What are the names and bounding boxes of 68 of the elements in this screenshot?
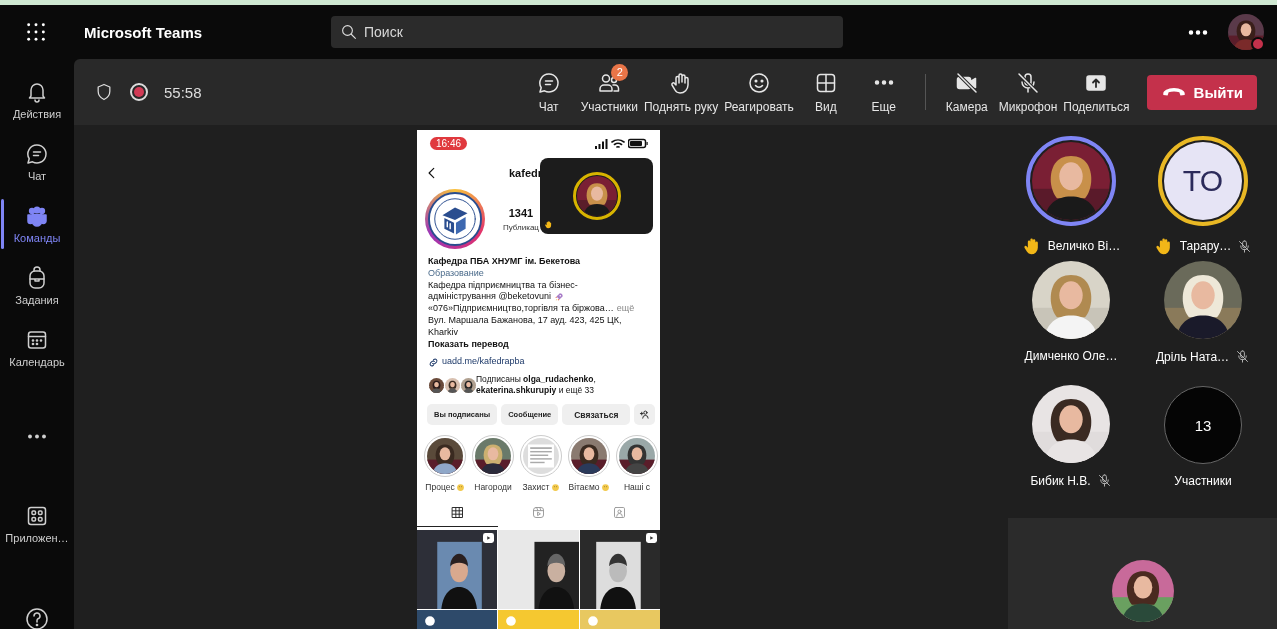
raised-hand-icon [544,220,553,229]
link-icon [428,356,439,368]
participant-name: Димченко Оле… [1024,349,1118,363]
more-icon [27,433,47,439]
profile-link[interactable]: uadd.me/kafedrapba [442,356,525,369]
profile-button[interactable]: Связаться [562,404,631,426]
tagged-icon [612,505,627,521]
toolbar-button[interactable]: Микрофон [995,62,1061,114]
calendar-icon [25,328,49,352]
wifi-icon [611,137,625,149]
participant-name: Бибик Н.В. [1030,473,1091,488]
participants-label: Участники [1174,474,1232,488]
reels-icon [531,505,546,521]
count-badge: 2 [611,63,629,81]
add-person-button[interactable] [634,404,656,426]
phone-hangup-icon [1162,88,1185,96]
bio-text: «076»Підприємництво,торгівля та біржова… [428,303,614,315]
rail-item[interactable]: Действия [0,69,74,131]
help-icon[interactable] [25,607,49,629]
rail-item[interactable]: Команды [0,193,74,255]
participant-name: Дріль Ната… [1155,349,1230,364]
participant-name: Величко Ві… [1047,239,1121,253]
app-launcher-icon[interactable] [25,21,47,43]
toolbar-button[interactable]: Камера [937,62,996,114]
battery-icon [628,137,648,149]
profile-category: Образование [428,267,485,280]
bio-text: Вул. Маршала Бажанова, 17 ауд. 423, 425 ЦК, [428,315,622,327]
smiley-icon [747,70,771,95]
toolbar-button[interactable]: Чат [519,62,578,114]
apps-icon [25,504,49,528]
bio-text: Kharkiv [428,326,458,339]
translate-link[interactable]: Показать перевод [428,338,649,351]
bio-text: адміністрування @beketovuni [428,291,552,304]
rail-item[interactable]: Календарь [0,317,74,379]
toolbar-button[interactable]: Поднять руку [641,62,722,114]
rail-item[interactable]: Чат [0,131,74,193]
participant-count[interactable]: 13 [1164,386,1242,464]
chat-icon [536,70,561,95]
toolbar-button[interactable]: Поделиться [1060,62,1133,114]
add-person-icon [639,409,651,421]
people-icon [25,204,49,228]
posts-label: Публикац [503,222,539,232]
toolbar-button[interactable]: Еще [854,62,913,114]
search-field[interactable]: Поиск [331,16,843,48]
more-icon[interactable] [1188,29,1208,35]
followers-text: Подписаны olga_rudachenko, ekaterina.shkurupiy и ещё 33 [476,374,597,397]
status-time: 16:46 [430,136,468,150]
meeting-timer: 55:58 [164,83,202,101]
bio-text: Кафедра підприємництва та бізнес- [428,279,578,292]
search-icon [340,23,358,41]
profile-name: Кафедра ПБА ХНУМГ ім. Бекетова [428,256,582,268]
rail-item[interactable]: Приложен… [0,493,74,555]
selected-indicator [1,199,4,249]
rail-item[interactable]: Задания [0,255,74,317]
more-link[interactable]: ещё [616,303,635,315]
toolbar-button[interactable]: Вид [796,62,855,114]
leave-button[interactable]: Выйти [1146,74,1257,110]
signal-icon [594,137,608,149]
chat-icon [25,142,49,166]
grid-icon [450,505,465,521]
more-icon [873,80,894,85]
app-title: Microsoft Teams [84,23,204,41]
posts-count: 1341 [508,206,534,219]
toolbar-button[interactable]: Реагировать [721,62,797,114]
participant-name: Тарару… [1179,239,1232,253]
toolbar-button[interactable]: 2 Участники [577,62,641,114]
avatar-initials: ТО [1164,142,1242,220]
profile-tab[interactable] [417,505,498,528]
